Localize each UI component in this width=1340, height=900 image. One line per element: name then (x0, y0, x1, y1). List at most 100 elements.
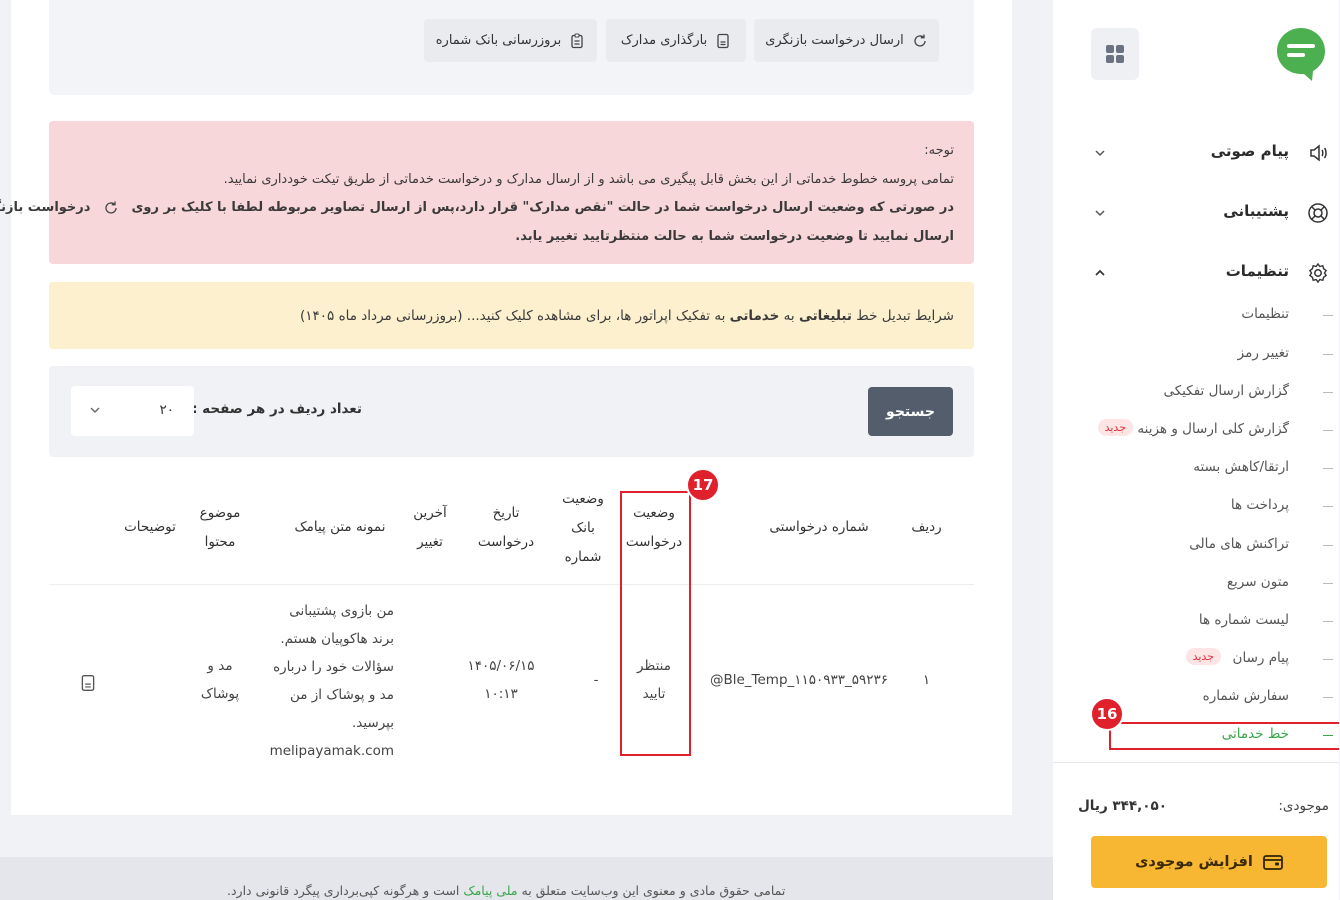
notes-document-icon[interactable] (80, 674, 98, 692)
cell-bank-status: - (594, 672, 600, 688)
cell-sms-6: melipayamak.com (270, 743, 395, 759)
bullet-dash (1324, 315, 1334, 316)
th-request-no: شماره درخواستی (770, 519, 870, 535)
increase-balance-button[interactable]: افزایش موجودی (1092, 836, 1328, 888)
footer-suffix: است و هرگونه کپی‌برداری پیگرد قانونی دار… (228, 883, 461, 898)
document-icon (716, 33, 732, 49)
search-panel: جستجو تعداد ردیف در هر صفحه : ۲۰ (50, 366, 975, 457)
upload-documents-label: بارگذاری مدارک (621, 33, 709, 48)
actions-bar: ارسال درخواست بازنگری بارگذاری مدارک برو… (50, 0, 975, 95)
sidebar-divider (1054, 762, 1340, 763)
sidebar-sub-overall-report[interactable]: گزارش کلی ارسال و هزینه جدید (1054, 415, 1340, 445)
sidebar-item-label: پیام صوتی (1211, 142, 1290, 160)
new-badge: جدید (1186, 648, 1222, 665)
th-subject-1: موضوع (200, 505, 242, 521)
sub-label: پرداخت ها (1231, 497, 1290, 513)
sub-label: تراکنش های مالی (1190, 536, 1290, 552)
conditions-prefix: شرایط تبدیل خط (857, 307, 955, 324)
sidebar-sub-settings[interactable]: تنظیمات (1054, 300, 1340, 330)
sub-label: تنظیمات (1242, 306, 1290, 322)
sidebar-sub-upgrade-package[interactable]: ارتقا/کاهش بسته (1054, 453, 1340, 483)
th-last-change: آخرین تغییر (406, 499, 456, 557)
sub-label: متون سریع (1227, 574, 1290, 590)
rows-per-page-select[interactable]: ۲۰ (72, 386, 195, 436)
voice-icon (1308, 142, 1330, 164)
upload-documents-button[interactable]: بارگذاری مدارک (607, 19, 747, 62)
bullet-dash (1324, 545, 1334, 546)
sidebar: پیام صوتی پشتیبانی تنظیمات تنظیمات تغییر… (1054, 0, 1340, 900)
th-last-1: آخرین (414, 505, 448, 521)
chevron-down-icon (90, 404, 102, 416)
bullet-dash (1324, 430, 1334, 431)
chevron-up-icon (1094, 266, 1108, 280)
sidebar-sub-quick-texts[interactable]: متون سریع (1054, 568, 1340, 598)
notice-line-2a: در صورتی که وضعیت ارسال درخواست شما در ح… (132, 200, 955, 215)
cell-sms-3: سؤالات خود را درباره (274, 659, 395, 675)
sub-label: لیست شماره ها (1199, 612, 1290, 628)
service-line-highlight (1110, 722, 1340, 750)
bullet-dash (1324, 506, 1334, 507)
th-sms-sample: نمونه متن پیامک (295, 519, 387, 535)
footer-brand-link[interactable]: ملی پیامک (464, 883, 518, 898)
th-row: ردیف (912, 519, 943, 535)
cell-subject-2: پوشاک (201, 686, 241, 702)
conditions-mid: به (784, 307, 796, 324)
grid-icon (1106, 44, 1126, 64)
bullet-dash (1324, 659, 1334, 660)
cell-sms-sample: من بازوی پشتیبانی برند هاکوپیان هستم. سؤ… (245, 597, 395, 765)
request-review-label: ارسال درخواست بازنگری (766, 33, 905, 48)
sidebar-item-support[interactable]: پشتیبانی (1054, 192, 1340, 232)
sidebar-sub-detailed-report[interactable]: گزارش ارسال تفکیکی (1054, 377, 1340, 407)
update-number-bank-label: بروزرسانی بانک شماره (436, 33, 563, 48)
conditions-text[interactable]: شرایط تبدیل خط تبلیغاتی به خدماتی به تفک… (301, 308, 955, 324)
cell-row: ۱ (923, 672, 932, 688)
sub-label: گزارش کلی ارسال و هزینه (1138, 421, 1290, 437)
wallet-icon (1264, 853, 1284, 871)
footer-text: تمامی حقوق مادی و معنوی این وب‌سایت متعل… (228, 883, 786, 898)
cell-date-2: ۱۰:۱۳ (485, 686, 519, 702)
footer: تمامی حقوق مادی و معنوی این وب‌سایت متعل… (0, 857, 1054, 900)
sub-label: ارتقا/کاهش بسته (1194, 459, 1290, 475)
bullet-dash (1324, 621, 1334, 622)
brand-logo[interactable] (1276, 26, 1328, 82)
notice-line-2: در صورتی که وضعیت ارسال درخواست شما در ح… (0, 194, 955, 223)
marker-16: 16 (1091, 697, 1125, 731)
cell-subject-1: مد و (208, 658, 234, 674)
sidebar-item-label: تنظیمات (1226, 262, 1290, 280)
bullet-dash (1324, 354, 1334, 355)
notice-alert: توجه: تمامی پروسه خطوط خدماتی از این بخش… (0, 121, 975, 264)
search-button[interactable]: جستجو (869, 387, 954, 436)
sub-label: تغییر رمز (1238, 345, 1290, 361)
th-last-2: تغییر (418, 534, 444, 550)
sub-label: پیام رسان (1233, 650, 1290, 666)
footer-prefix: تمامی حقوق مادی و معنوی این وب‌سایت متعل… (522, 883, 787, 898)
bullet-dash (1324, 697, 1334, 698)
refresh-icon (104, 200, 120, 216)
notice-line-3: ارسال نمایید تا وضعیت درخواست شما به حال… (516, 228, 955, 244)
notice-line-2b: درخواست بازنگری را (0, 200, 92, 215)
sub-label: گزارش ارسال تفکیکی (1164, 383, 1290, 399)
cell-date-1: ۱۴۰۵/۰۶/۱۵ (468, 658, 536, 674)
sidebar-sub-number-list[interactable]: لیست شماره ها (1054, 606, 1340, 636)
sidebar-sub-messenger[interactable]: پیام رسان جدید (1054, 644, 1340, 674)
request-review-button[interactable]: ارسال درخواست بازنگری (755, 19, 940, 62)
sidebar-item-settings[interactable]: تنظیمات (1054, 252, 1340, 292)
marker-17: 17 (687, 468, 721, 502)
cell-subject: مد و پوشاک (196, 652, 246, 708)
cell-sms-2: برند هاکوپیان هستم. (281, 631, 395, 647)
conditions-suffix: به تفکیک اپراتور ها، برای مشاهده کلیک کن… (301, 307, 727, 324)
th-bank-1: وضعیت (563, 491, 605, 507)
sidebar-item-voice-message[interactable]: پیام صوتی (1054, 132, 1340, 172)
cell-date: ۱۴۰۵/۰۶/۱۵ ۱۰:۱۳ (462, 652, 542, 708)
balance-label: موجودی: (1279, 798, 1330, 814)
bullet-dash (1324, 583, 1334, 584)
sidebar-sub-payments[interactable]: پرداخت ها (1054, 491, 1340, 521)
sidebar-sub-change-password[interactable]: تغییر رمز (1054, 339, 1340, 369)
apps-grid-button[interactable] (1092, 28, 1140, 80)
sub-label: سفارش شماره (1203, 688, 1290, 704)
sidebar-sub-transactions[interactable]: تراکنش های مالی (1054, 530, 1340, 560)
conditions-alert[interactable]: شرایط تبدیل خط تبلیغاتی به خدماتی به تفک… (50, 282, 975, 349)
th-subject: موضوع محتوا (194, 499, 248, 557)
table-header-divider (50, 584, 975, 585)
update-number-bank-button[interactable]: بروزرسانی بانک شماره (425, 19, 598, 62)
